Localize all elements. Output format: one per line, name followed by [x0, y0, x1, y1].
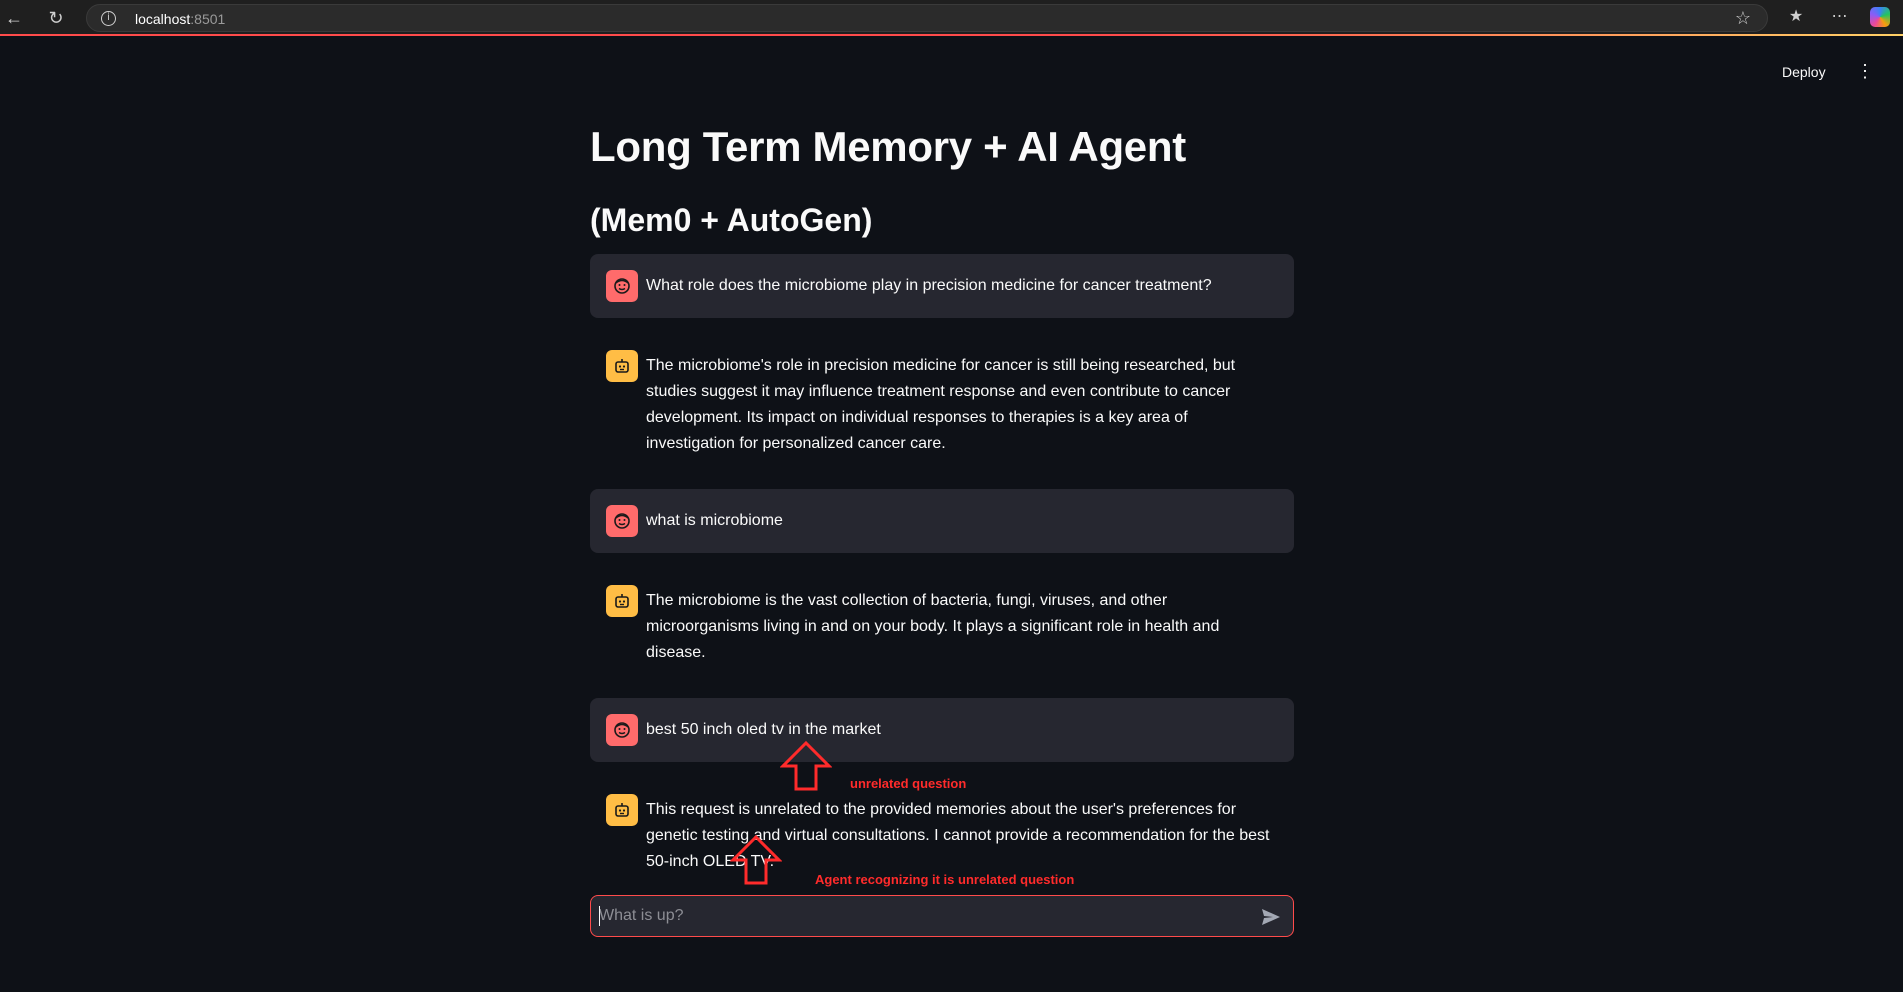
favorite-star-icon[interactable]: ☆ [1735, 8, 1751, 29]
more-menu-icon[interactable]: ⋯ [1828, 6, 1852, 26]
assistant-avatar-icon [606, 350, 638, 382]
message-text: best 50 inch oled tv in the market [646, 721, 881, 738]
user-avatar-icon [606, 714, 638, 746]
url-host: localhost [135, 11, 191, 27]
favorites-list-icon[interactable]: ★ [1784, 6, 1808, 26]
deploy-button[interactable]: Deploy [1782, 64, 1826, 80]
chat-message-user: best 50 inch oled tv in the market unrel… [590, 698, 1294, 791]
chat-message-assistant: The microbiome's role in precision medic… [590, 334, 1294, 473]
copilot-icon[interactable] [1870, 7, 1890, 27]
text-caret [599, 906, 600, 926]
browser-toolbar: ← ↻ i localhost:8501 ☆ ★ ⋯ [0, 0, 1903, 36]
annotation-agent-recognizing: Agent recognizing it is unrelated questi… [815, 872, 1075, 887]
back-arrow-icon[interactable]: ← [2, 6, 26, 30]
message-text: What role does the microbiome play in pr… [646, 277, 1212, 294]
message-text: The microbiome's role in precision medic… [646, 357, 1236, 452]
site-info-icon[interactable]: i [101, 11, 116, 26]
user-avatar-icon [606, 505, 638, 537]
chat-input-container[interactable] [590, 895, 1294, 937]
red-up-arrow-icon [730, 834, 782, 885]
chat-message-assistant: This request is unrelated to the provide… [590, 778, 1294, 891]
chat-message-user: what is microbiome [590, 489, 1294, 553]
page-subtitle: (Mem0 + AutoGen) [590, 202, 873, 238]
url-text: localhost:8501 [135, 11, 225, 27]
reload-icon[interactable]: ↻ [44, 6, 68, 30]
send-icon[interactable] [1259, 905, 1283, 929]
address-bar[interactable]: i localhost:8501 ☆ [86, 4, 1768, 32]
chat-message-assistant: The microbiome is the vast collection of… [590, 569, 1294, 682]
assistant-avatar-icon [606, 794, 638, 826]
page-title: Long Term Memory + AI Agent [590, 123, 1186, 170]
message-text: what is microbiome [646, 512, 783, 529]
chat-input[interactable] [599, 902, 1239, 930]
url-port: :8501 [190, 11, 226, 27]
user-avatar-icon [606, 270, 638, 302]
main-content: Long Term Memory + AI Agent (Mem0 + Auto… [590, 118, 1294, 907]
assistant-avatar-icon [606, 585, 638, 617]
main-menu-icon[interactable]: ⋮ [1856, 62, 1874, 80]
chat-message-user: What role does the microbiome play in pr… [590, 254, 1294, 318]
message-text: The microbiome is the vast collection of… [646, 592, 1220, 661]
